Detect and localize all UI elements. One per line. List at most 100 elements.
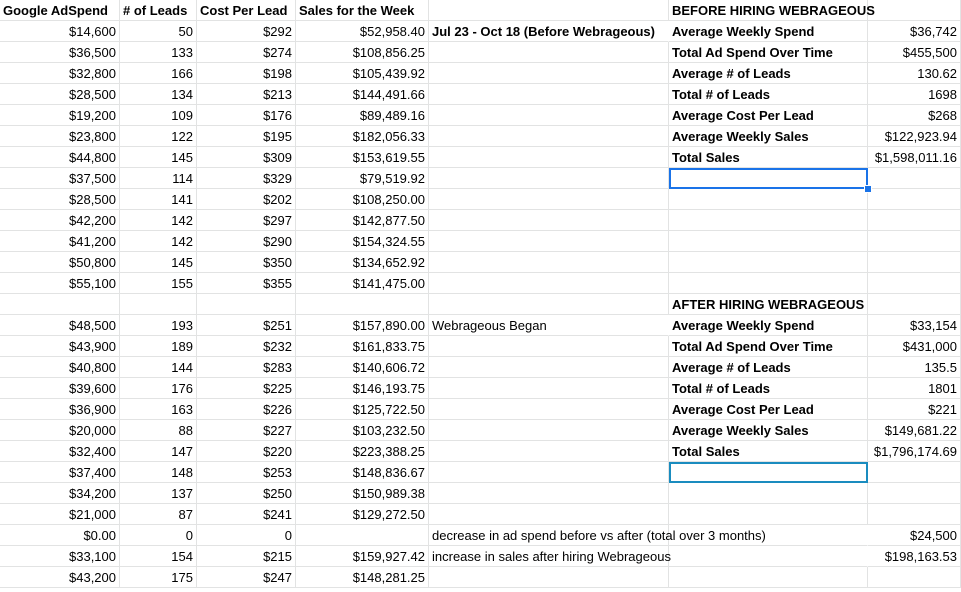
cell-adspend[interactable]: $37,500 (0, 168, 120, 189)
cell-cost-per-lead[interactable]: $247 (197, 567, 296, 588)
cell-sales[interactable]: $52,958.40 (296, 21, 429, 42)
cell-adspend[interactable]: $48,500 (0, 315, 120, 336)
cell-sales[interactable]: $125,722.50 (296, 399, 429, 420)
before-stat-label[interactable]: Average Cost Per Lead (669, 105, 868, 126)
cell-cost-per-lead[interactable]: $292 (197, 21, 296, 42)
cell-adspend[interactable]: $20,000 (0, 420, 120, 441)
header-leads[interactable]: # of Leads (120, 0, 197, 21)
header-sales-week[interactable]: Sales for the Week (296, 0, 429, 21)
cell-adspend[interactable]: $44,800 (0, 147, 120, 168)
cell-empty[interactable] (429, 0, 669, 21)
after-stat-value[interactable]: 135.5 (868, 357, 961, 378)
cell-leads[interactable]: 176 (120, 378, 197, 399)
after-stat-label[interactable]: Total Sales (669, 441, 868, 462)
cell-sales[interactable]: $103,232.50 (296, 420, 429, 441)
after-stat-label[interactable]: Average # of Leads (669, 357, 868, 378)
cell-empty[interactable] (429, 126, 669, 147)
cell-leads[interactable]: 142 (120, 231, 197, 252)
cell-adspend[interactable]: $33,100 (0, 546, 120, 567)
after-stat-value[interactable]: 1801 (868, 378, 961, 399)
cell-cost-per-lead[interactable]: $274 (197, 42, 296, 63)
cell-sales[interactable]: $129,272.50 (296, 504, 429, 525)
cell-empty[interactable] (669, 504, 868, 525)
cell-cost-per-lead[interactable]: $176 (197, 105, 296, 126)
spreadsheet-grid[interactable]: Google AdSpend # of Leads Cost Per Lead Sal… (0, 0, 961, 592)
cell-sales[interactable]: $105,439.92 (296, 63, 429, 84)
before-stat-value[interactable]: $455,500 (868, 42, 961, 63)
cell-cost-per-lead[interactable]: $355 (197, 273, 296, 294)
cell-leads[interactable]: 148 (120, 462, 197, 483)
after-stat-label[interactable]: Average Cost Per Lead (669, 399, 868, 420)
cell-empty[interactable] (429, 483, 669, 504)
after-stat-value[interactable]: $431,000 (868, 336, 961, 357)
cell-adspend[interactable]: $0.00 (0, 525, 120, 546)
fill-handle[interactable] (864, 185, 872, 193)
cell-sales[interactable]: $108,856.25 (296, 42, 429, 63)
cell-leads[interactable] (120, 294, 197, 315)
cell-adspend[interactable]: $36,900 (0, 399, 120, 420)
cell-cost-per-lead[interactable]: $290 (197, 231, 296, 252)
cell-sales[interactable]: $142,877.50 (296, 210, 429, 231)
cell-empty[interactable] (429, 63, 669, 84)
before-stat-value[interactable]: $1,598,011.16 (868, 147, 961, 168)
cell-sales[interactable]: $108,250.00 (296, 189, 429, 210)
cell-leads[interactable]: 155 (120, 273, 197, 294)
cell-empty[interactable] (868, 0, 961, 21)
cell-sales[interactable]: $146,193.75 (296, 378, 429, 399)
cell-empty[interactable] (429, 441, 669, 462)
header-google-adspend[interactable]: Google AdSpend (0, 0, 120, 21)
cell-empty[interactable] (429, 420, 669, 441)
after-stat-value[interactable]: $149,681.22 (868, 420, 961, 441)
cell-cost-per-lead[interactable]: $213 (197, 84, 296, 105)
cell-adspend[interactable] (0, 294, 120, 315)
cell-adspend[interactable]: $34,200 (0, 483, 120, 504)
cell-empty[interactable] (429, 84, 669, 105)
cell-sales[interactable]: $154,324.55 (296, 231, 429, 252)
cell-adspend[interactable]: $32,400 (0, 441, 120, 462)
cell-empty[interactable] (868, 273, 961, 294)
after-stat-label[interactable]: Total Ad Spend Over Time (669, 336, 868, 357)
cell-empty[interactable] (429, 336, 669, 357)
before-stat-label[interactable]: Average # of Leads (669, 63, 868, 84)
cell-empty[interactable] (669, 567, 868, 588)
cell-leads[interactable]: 87 (120, 504, 197, 525)
cell-leads[interactable]: 145 (120, 147, 197, 168)
cell-empty[interactable] (868, 483, 961, 504)
cell-leads[interactable]: 154 (120, 546, 197, 567)
cell-cost-per-lead[interactable]: $232 (197, 336, 296, 357)
cell-adspend[interactable]: $28,500 (0, 189, 120, 210)
cell-adspend[interactable]: $39,600 (0, 378, 120, 399)
cell-leads[interactable]: 175 (120, 567, 197, 588)
cell-adspend[interactable]: $37,400 (0, 462, 120, 483)
cell-empty[interactable] (868, 168, 961, 189)
cell-cost-per-lead[interactable]: $309 (197, 147, 296, 168)
cell-empty[interactable] (669, 189, 868, 210)
cell-cost-per-lead[interactable]: $329 (197, 168, 296, 189)
before-stat-value[interactable]: $122,923.94 (868, 126, 961, 147)
cell-sales[interactable]: $148,836.67 (296, 462, 429, 483)
cell-leads[interactable]: 134 (120, 84, 197, 105)
before-stat-value[interactable]: 130.62 (868, 63, 961, 84)
before-stat-value[interactable]: 1698 (868, 84, 961, 105)
cell-cost-per-lead[interactable]: $253 (197, 462, 296, 483)
cell-sales[interactable]: $223,388.25 (296, 441, 429, 462)
cell-empty[interactable] (429, 273, 669, 294)
cell-leads[interactable]: 141 (120, 189, 197, 210)
cell-cost-per-lead[interactable]: $283 (197, 357, 296, 378)
after-stat-label[interactable]: Average Weekly Sales (669, 420, 868, 441)
cell-leads[interactable]: 133 (120, 42, 197, 63)
cell-empty[interactable] (429, 252, 669, 273)
cell-cost-per-lead[interactable]: $195 (197, 126, 296, 147)
after-section-title[interactable]: AFTER HIRING WEBRAGEOUS (669, 294, 868, 315)
cell-sales[interactable]: $153,619.55 (296, 147, 429, 168)
cell-adspend[interactable]: $28,500 (0, 84, 120, 105)
cell-empty[interactable] (429, 462, 669, 483)
cell-adspend[interactable]: $36,500 (0, 42, 120, 63)
cell-leads[interactable]: 122 (120, 126, 197, 147)
header-cost-per-lead[interactable]: Cost Per Lead (197, 0, 296, 21)
cell-adspend[interactable]: $55,100 (0, 273, 120, 294)
cell-cost-per-lead[interactable]: $251 (197, 315, 296, 336)
cell-empty[interactable] (868, 567, 961, 588)
cell-empty[interactable] (868, 231, 961, 252)
cell-empty[interactable] (868, 504, 961, 525)
